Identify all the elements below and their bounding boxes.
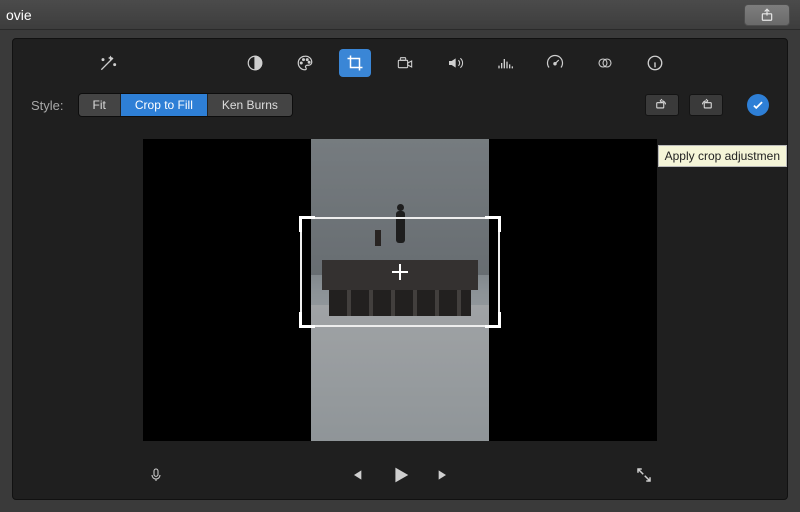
crop-handle-br[interactable] [485, 312, 501, 328]
rotate-ccw-icon [653, 98, 671, 112]
adjustments-toolstrip [13, 39, 787, 87]
wand-icon [98, 53, 118, 73]
next-icon [436, 467, 452, 483]
crop-style-row: Style: Fit Crop to Fill Ken Burns [13, 87, 787, 123]
window-title: ovie [6, 7, 32, 23]
play-button[interactable] [387, 462, 413, 488]
rotate-ccw-button[interactable] [645, 94, 679, 116]
video-viewer[interactable] [143, 139, 657, 441]
equalizer-icon [495, 55, 515, 71]
prev-frame-button[interactable] [343, 462, 369, 488]
crop-handle-bl[interactable] [299, 312, 315, 328]
mic-icon [148, 465, 164, 485]
next-frame-button[interactable] [431, 462, 457, 488]
crop-panel: Style: Fit Crop to Fill Ken Burns Apply … [12, 38, 788, 500]
volume-button[interactable] [439, 49, 471, 77]
crop-center-cross [392, 264, 408, 280]
check-icon [751, 98, 765, 112]
stabilization-button[interactable] [389, 49, 421, 77]
crop-button[interactable] [339, 49, 371, 77]
play-icon [389, 464, 411, 486]
palette-icon [295, 54, 315, 72]
speed-icon [545, 54, 565, 72]
style-option-fit[interactable]: Fit [79, 94, 120, 116]
info-button[interactable] [639, 49, 671, 77]
volume-icon [445, 55, 465, 71]
fullscreen-button[interactable] [631, 462, 657, 488]
noise-reduction-button[interactable] [489, 49, 521, 77]
color-correction-button[interactable] [289, 49, 321, 77]
crop-handle-tr[interactable] [485, 216, 501, 232]
crop-icon [346, 54, 364, 72]
prev-icon [348, 467, 364, 483]
apply-crop-tooltip: Apply crop adjustmen [658, 145, 787, 167]
share-icon [760, 8, 774, 22]
clip-filter-button[interactable] [589, 49, 621, 77]
auto-enhance-button[interactable] [92, 49, 124, 77]
style-label: Style: [31, 98, 64, 113]
transport-bar [13, 451, 787, 499]
speed-button[interactable] [539, 49, 571, 77]
style-option-ken-burns[interactable]: Ken Burns [207, 94, 292, 116]
apply-crop-button[interactable] [747, 94, 769, 116]
info-icon [646, 54, 664, 72]
crop-handle-tl[interactable] [299, 216, 315, 232]
overlap-circles-icon [594, 55, 616, 71]
voiceover-button[interactable] [143, 462, 169, 488]
style-segmented-control: Fit Crop to Fill Ken Burns [78, 93, 293, 117]
camera-icon [395, 55, 415, 71]
contrast-icon [246, 54, 264, 72]
window-titlebar: ovie [0, 0, 800, 30]
rotate-cw-icon [697, 98, 715, 112]
crop-rectangle[interactable] [300, 217, 500, 327]
share-button[interactable] [744, 4, 790, 26]
rotate-cw-button[interactable] [689, 94, 723, 116]
fullscreen-icon [635, 466, 653, 484]
style-option-crop-to-fill[interactable]: Crop to Fill [120, 94, 207, 116]
color-balance-button[interactable] [239, 49, 271, 77]
